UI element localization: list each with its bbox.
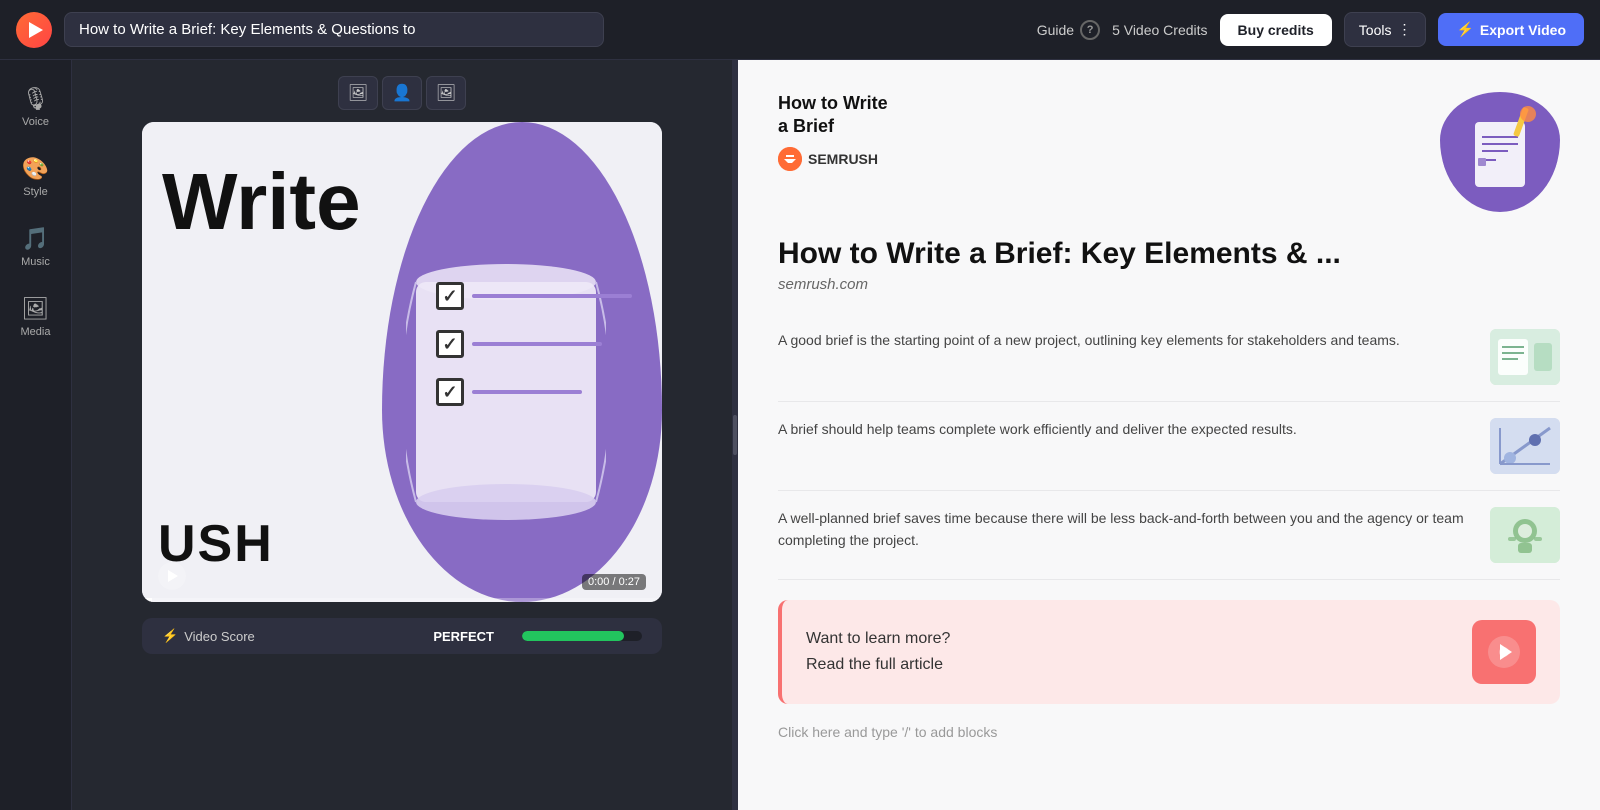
score-bar-fill bbox=[522, 631, 624, 641]
topbar: Guide ? 5 Video Credits Buy credits Tool… bbox=[0, 0, 1600, 60]
bolt-icon: ⚡ bbox=[1456, 21, 1473, 38]
score-bar-container bbox=[522, 631, 642, 641]
video-text-write: Write bbox=[162, 162, 361, 242]
play-button[interactable] bbox=[158, 562, 186, 590]
logo-button[interactable] bbox=[16, 12, 52, 48]
scrubber-bar[interactable] bbox=[142, 598, 662, 602]
video-score-bar: ⚡ Video Score PERFECT bbox=[142, 618, 662, 654]
cta-text: Want to learn more? Read the full articl… bbox=[806, 626, 950, 677]
buy-credits-button[interactable]: Buy credits bbox=[1220, 14, 1332, 46]
title-input[interactable] bbox=[64, 12, 604, 47]
content-text-3: A well-planned brief saves time because … bbox=[778, 507, 1474, 552]
content-rows: A good brief is the starting point of a … bbox=[778, 313, 1560, 580]
checkline-2 bbox=[472, 342, 602, 346]
sidebar-label-media: Media bbox=[21, 326, 51, 338]
music-icon: 🎵 bbox=[22, 226, 49, 252]
logo-icon bbox=[29, 22, 43, 38]
sidebar-label-voice: Voice bbox=[22, 116, 49, 128]
credits-info: 5 Video Credits bbox=[1112, 22, 1207, 38]
bolt-score-icon: ⚡ bbox=[162, 628, 178, 644]
check-row-2: ✓ bbox=[436, 330, 632, 358]
article-title-block: How to Write a Brief SEMRUSH bbox=[778, 92, 1420, 171]
semrush-name: SEMRUSH bbox=[808, 151, 878, 167]
content-thumb-2 bbox=[1490, 418, 1560, 474]
sidebar-item-media[interactable]: 🖼 Media bbox=[6, 286, 66, 348]
checkline-3 bbox=[472, 390, 582, 394]
content-text-1: A good brief is the starting point of a … bbox=[778, 329, 1474, 351]
content-row-2: A brief should help teams complete work … bbox=[778, 402, 1560, 491]
sidebar-item-voice[interactable]: 🎙 Voice bbox=[6, 76, 66, 138]
right-panel: How to Write a Brief SEMRUSH bbox=[738, 60, 1600, 810]
checkbox-1: ✓ bbox=[436, 282, 464, 310]
content-text-2: A brief should help teams complete work … bbox=[778, 418, 1474, 440]
semrush-icon bbox=[778, 147, 802, 171]
main-content: 🎙 Voice 🎨 Style 🎵 Music 🖼 Media 🖼 👤 🖼 bbox=[0, 60, 1600, 810]
tools-button[interactable]: Tools ⋮ bbox=[1344, 12, 1427, 47]
export-video-button[interactable]: ⚡ Export Video bbox=[1438, 13, 1584, 46]
panel-divider bbox=[732, 60, 738, 810]
video-time: 0:00 / 0:27 bbox=[582, 574, 646, 590]
content-row-1: A good brief is the starting point of a … bbox=[778, 313, 1560, 402]
content-row-3: A well-planned brief saves time because … bbox=[778, 491, 1560, 580]
article-pretitle: How to Write a Brief bbox=[778, 92, 1420, 139]
sidebar-label-music: Music bbox=[21, 256, 50, 268]
cta-line-2: Read the full article bbox=[806, 652, 950, 678]
image-tool-2[interactable]: 👤 bbox=[382, 76, 422, 110]
check-row-1: ✓ bbox=[436, 282, 632, 310]
article-header: How to Write a Brief SEMRUSH bbox=[778, 92, 1560, 212]
guide-button[interactable]: Guide ? bbox=[1037, 20, 1100, 40]
image-tool-3[interactable]: 🖼 bbox=[426, 76, 466, 110]
cta-block: Want to learn more? Read the full articl… bbox=[778, 600, 1560, 704]
checkline-1 bbox=[472, 294, 632, 298]
image-tool-1[interactable]: 🖼 bbox=[338, 76, 378, 110]
checkbox-2: ✓ bbox=[436, 330, 464, 358]
tools-menu-icon: ⋮ bbox=[1397, 21, 1411, 38]
guide-label: Guide bbox=[1037, 22, 1074, 38]
sidebar-item-style[interactable]: 🎨 Style bbox=[6, 146, 66, 208]
image-toolbar: 🖼 👤 🖼 bbox=[338, 76, 466, 110]
play-icon bbox=[168, 570, 178, 582]
article-thumbnail bbox=[1440, 92, 1560, 212]
semrush-logo: SEMRUSH bbox=[778, 147, 1420, 171]
video-frame: Write ✓ bbox=[142, 122, 662, 602]
left-sidebar: 🎙 Voice 🎨 Style 🎵 Music 🖼 Media bbox=[0, 60, 72, 810]
guide-icon: ? bbox=[1080, 20, 1100, 40]
checkbox-3: ✓ bbox=[436, 378, 464, 406]
cta-icon-button[interactable] bbox=[1472, 620, 1536, 684]
video-content: Write ✓ bbox=[142, 122, 662, 602]
tools-label: Tools bbox=[1359, 22, 1392, 38]
scrubber-fill bbox=[142, 598, 152, 602]
score-label: ⚡ Video Score bbox=[162, 628, 255, 644]
article-source: semrush.com bbox=[778, 276, 1560, 293]
content-thumb-1 bbox=[1490, 329, 1560, 385]
topbar-right: Guide ? 5 Video Credits Buy credits Tool… bbox=[1037, 12, 1584, 47]
style-icon: 🎨 bbox=[22, 156, 49, 182]
article-main-title: How to Write a Brief: Key Elements & ... bbox=[778, 236, 1560, 272]
sidebar-label-style: Style bbox=[23, 186, 47, 198]
export-label: Export Video bbox=[1480, 22, 1566, 38]
sidebar-item-music[interactable]: 🎵 Music bbox=[6, 216, 66, 278]
add-blocks-hint[interactable]: Click here and type '/' to add blocks bbox=[778, 724, 1560, 740]
check-row-3: ✓ bbox=[436, 378, 632, 406]
media-icon: 🖼 bbox=[22, 296, 50, 322]
voice-icon: 🎙 bbox=[22, 86, 50, 112]
cta-line-1: Want to learn more? bbox=[806, 626, 950, 652]
checklist-container: ✓ ✓ ✓ bbox=[436, 202, 632, 406]
video-panel: 🖼 👤 🖼 Write bbox=[72, 60, 732, 810]
score-value: PERFECT bbox=[433, 629, 494, 644]
content-thumb-3 bbox=[1490, 507, 1560, 563]
